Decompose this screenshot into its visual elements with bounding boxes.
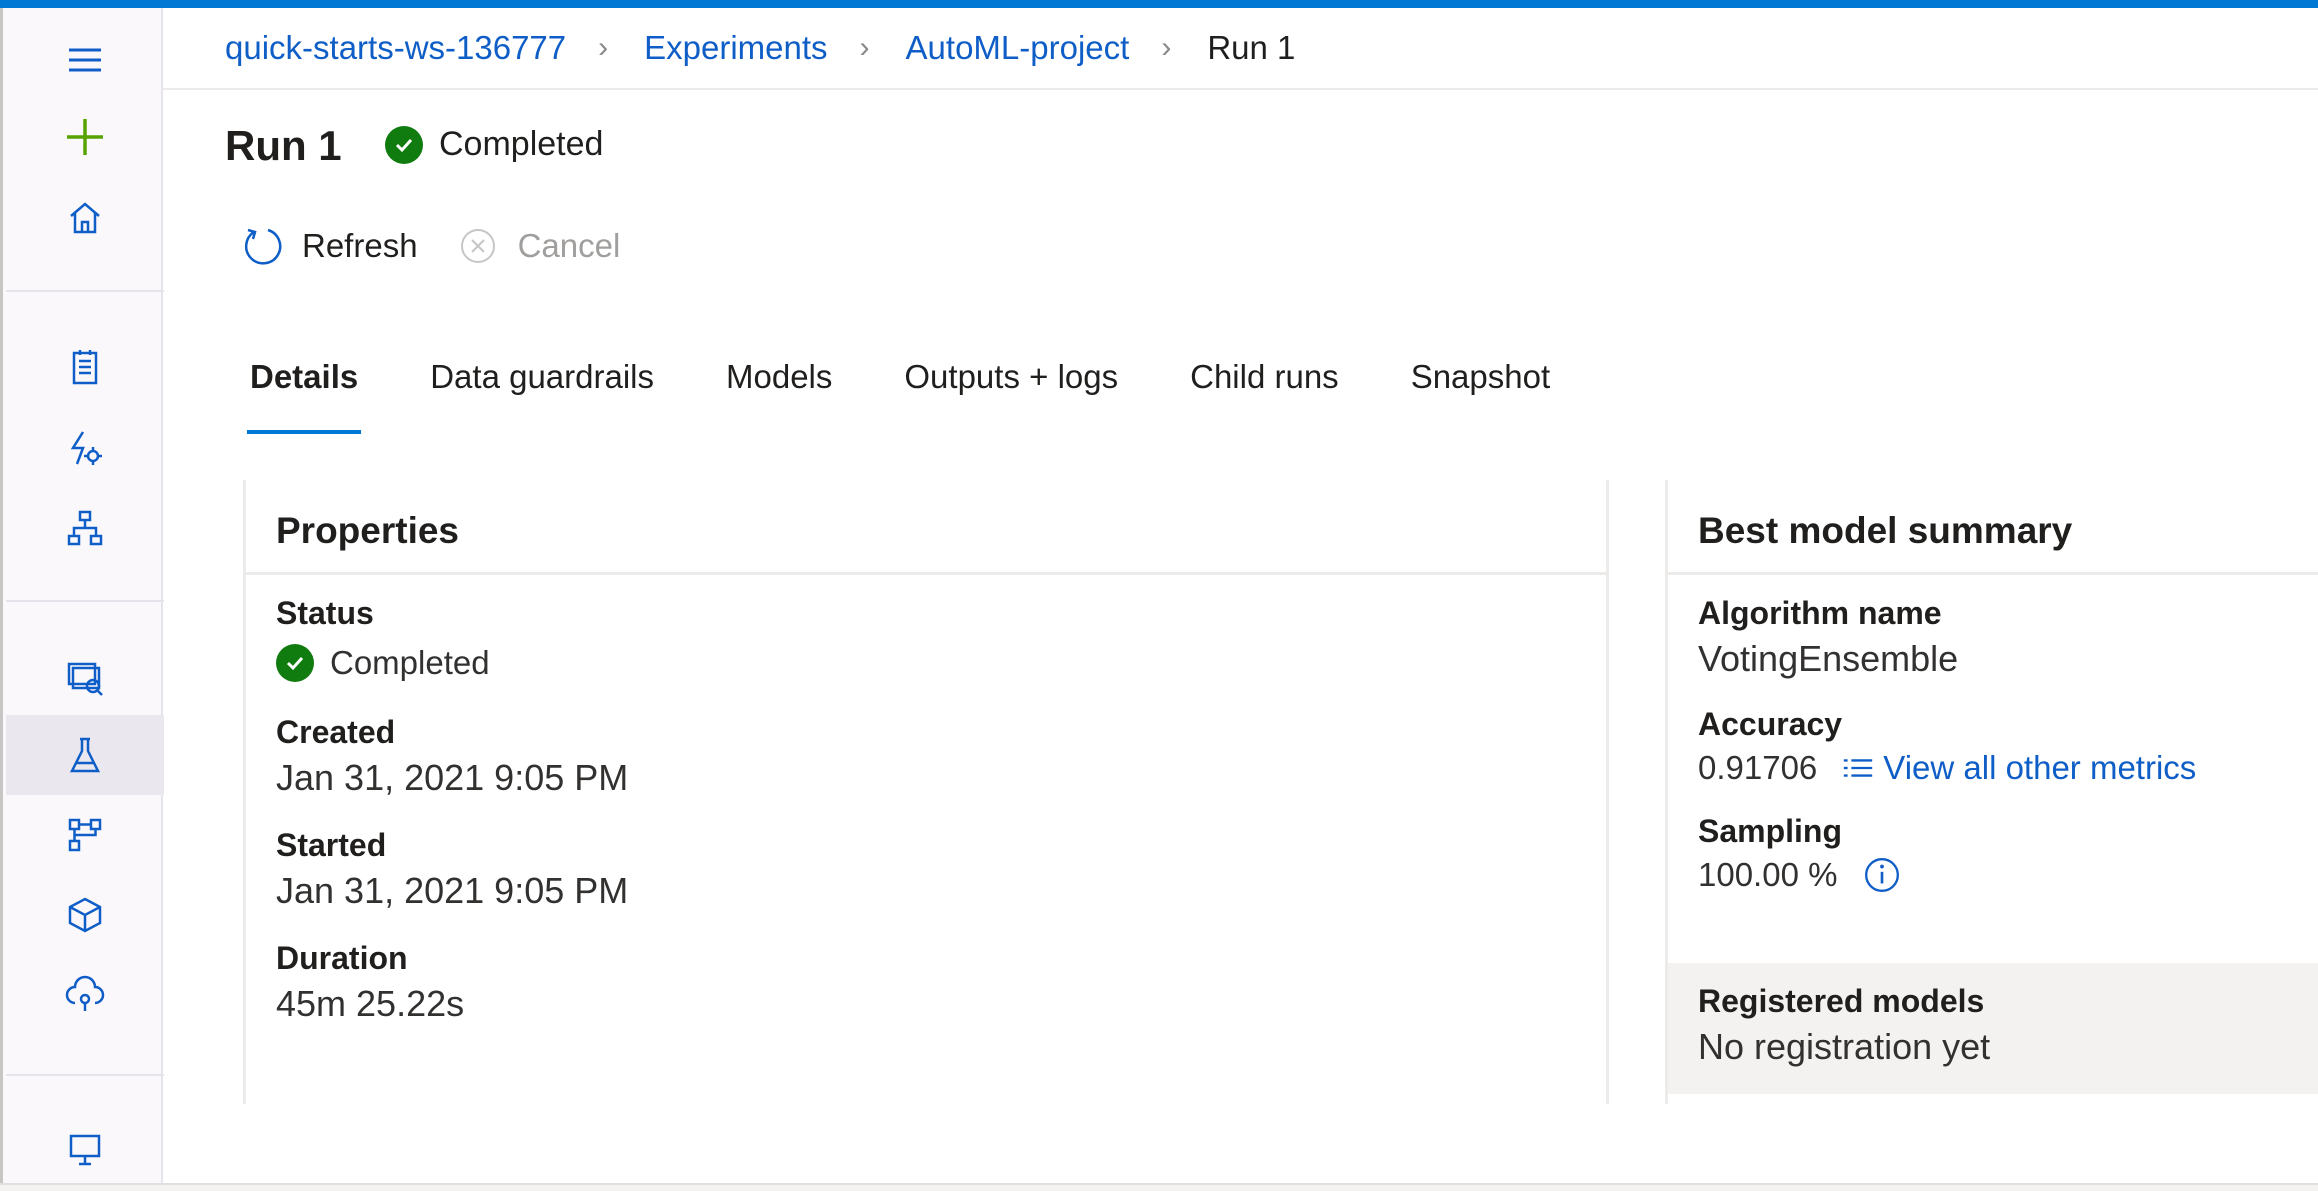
sampling-field: Sampling 100.00 % — [1668, 813, 2318, 894]
check-circle-icon — [276, 644, 314, 682]
compute-icon[interactable] — [53, 1118, 117, 1182]
algorithm-link[interactable]: VotingEnsemble — [1698, 638, 2318, 680]
algorithm-field: Algorithm name VotingEnsemble — [1668, 595, 2318, 680]
breadcrumb: quick-starts-ws-136777 › Experiments › A… — [225, 26, 1295, 70]
hamburger-menu-icon[interactable] — [53, 28, 117, 92]
cancel-button[interactable]: Cancel — [456, 224, 621, 268]
refresh-button[interactable]: Refresh — [240, 224, 418, 268]
started-field: Started Jan 31, 2021 9:05 PM — [246, 827, 1606, 912]
registered-value: No registration yet — [1698, 1026, 1991, 1067]
registered-models-section: Registered models No registration yet — [1668, 963, 2318, 1094]
created-value: Jan 31, 2021 9:05 PM — [276, 757, 629, 798]
refresh-label: Refresh — [302, 227, 418, 264]
chevron-right-icon: › — [859, 31, 870, 64]
cancel-circle-icon — [460, 229, 495, 263]
duration-label: Duration — [276, 940, 408, 976]
view-metrics-label: View all other metrics — [1883, 749, 2197, 786]
duration-value: 45m 25.22s — [276, 983, 465, 1024]
tab-snapshot[interactable]: Snapshot — [1411, 358, 1550, 432]
tab-details[interactable]: Details — [246, 358, 362, 434]
rail-divider — [6, 1074, 164, 1076]
status-value: Completed — [330, 644, 490, 681]
accuracy-label: Accuracy — [1698, 706, 1843, 742]
tab-bar: Details Data guardrails Models Outputs +… — [246, 358, 1622, 434]
automated-ml-icon[interactable] — [53, 416, 117, 480]
top-accent-bar — [0, 0, 2318, 8]
status-text: Completed — [439, 125, 604, 163]
properties-card: Properties Status Completed Created Jan … — [243, 480, 1609, 1104]
registered-label: Registered models — [1698, 983, 1985, 1019]
algorithm-label: Algorithm name — [1698, 595, 1942, 631]
registered-field: Registered models No registration yet — [1668, 963, 2318, 1068]
page-title: Run 1 — [225, 122, 342, 169]
bottom-scrollbar-track — [0, 1183, 2318, 1191]
accuracy-value: 0.91706 — [1698, 749, 1818, 786]
accuracy-row: 0.91706 View all other metrics — [1698, 749, 2318, 787]
endpoints-icon[interactable] — [53, 963, 117, 1027]
tab-outputs-logs[interactable]: Outputs + logs — [904, 358, 1118, 432]
best-model-summary-card: Best model summary Algorithm name Voting… — [1665, 480, 2318, 1104]
breadcrumb-project-link[interactable]: AutoML-project — [906, 29, 1130, 67]
tab-models[interactable]: Models — [726, 358, 832, 432]
breadcrumb-current: Run 1 — [1207, 29, 1296, 66]
refresh-icon — [244, 228, 282, 265]
tab-data-guardrails[interactable]: Data guardrails — [430, 358, 654, 432]
created-field: Created Jan 31, 2021 9:05 PM — [246, 714, 1606, 799]
header-divider — [163, 88, 2318, 90]
sampling-label: Sampling — [1698, 813, 1843, 849]
experiments-flask-icon[interactable] — [53, 723, 117, 787]
cancel-label: Cancel — [517, 227, 621, 264]
summary-heading: Best model summary — [1668, 480, 2318, 575]
started-label: Started — [276, 827, 387, 863]
chevron-right-icon: › — [598, 31, 609, 64]
plus-icon[interactable] — [53, 105, 117, 169]
created-label: Created — [276, 714, 396, 750]
accuracy-field: Accuracy 0.91706 View all other metrics — [1668, 706, 2318, 787]
status-badge: Completed — [385, 125, 603, 164]
models-cube-icon[interactable] — [53, 883, 117, 947]
check-circle-icon — [385, 125, 423, 164]
view-metrics-link[interactable]: View all other metrics — [1841, 749, 2196, 787]
rail-divider — [6, 290, 164, 292]
breadcrumb-experiments-link[interactable]: Experiments — [644, 29, 827, 67]
status-value-row: Completed — [276, 644, 1606, 682]
rail-divider — [6, 600, 164, 602]
chevron-right-icon: › — [1161, 31, 1172, 64]
pipelines-icon[interactable] — [53, 803, 117, 867]
status-field: Status Completed — [246, 595, 1606, 682]
properties-heading: Properties — [246, 480, 1606, 575]
notebook-icon[interactable] — [53, 336, 117, 400]
home-icon[interactable] — [53, 186, 117, 250]
tab-child-runs[interactable]: Child runs — [1190, 358, 1339, 432]
left-nav-rail — [0, 8, 164, 1183]
datasets-icon[interactable] — [53, 646, 117, 710]
designer-icon[interactable] — [53, 496, 117, 560]
info-icon[interactable] — [1863, 856, 1901, 894]
sampling-value: 100.00 % — [1698, 856, 1838, 893]
sampling-row: 100.00 % — [1698, 856, 2318, 894]
status-label: Status — [276, 595, 374, 631]
list-icon — [1844, 759, 1873, 777]
breadcrumb-workspace-link[interactable]: quick-starts-ws-136777 — [225, 29, 566, 67]
duration-field: Duration 45m 25.22s — [246, 940, 1606, 1025]
started-value: Jan 31, 2021 9:05 PM — [276, 870, 629, 911]
toolbar: Refresh Cancel — [240, 224, 658, 268]
